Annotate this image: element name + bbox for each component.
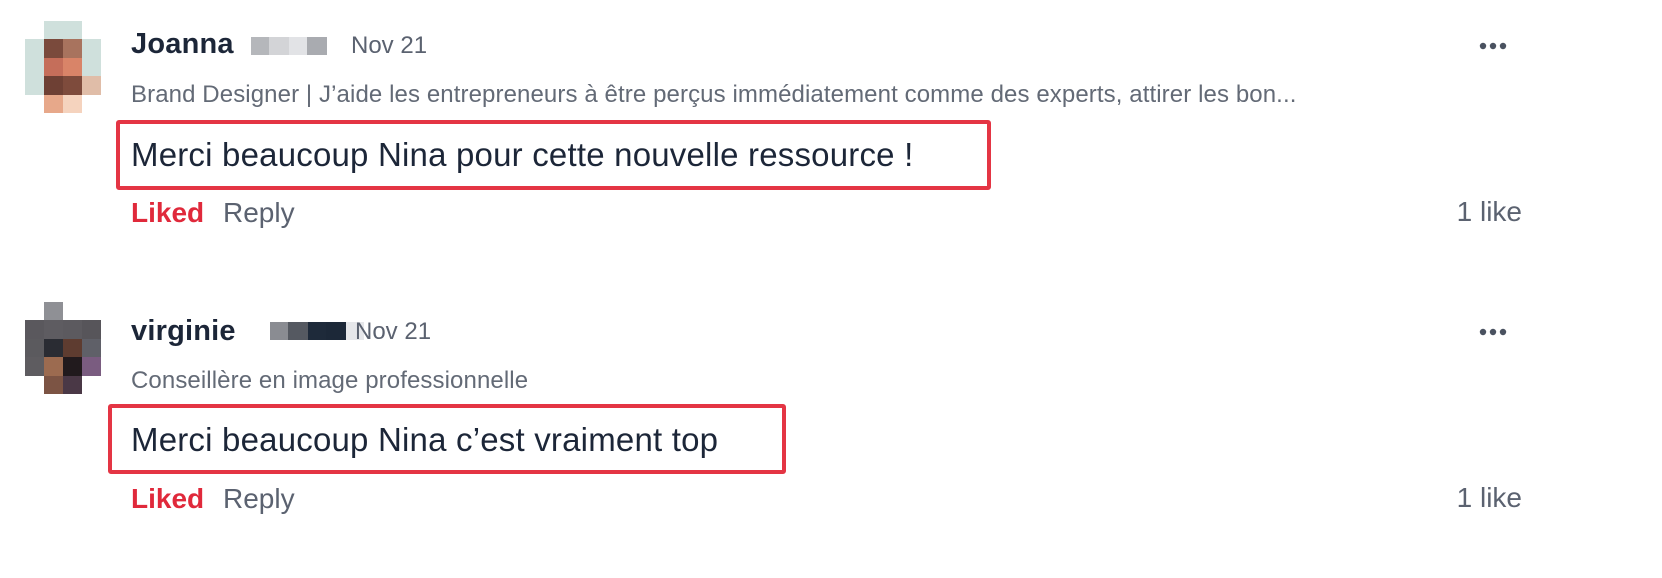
likes-count[interactable]: 1 like [1457, 196, 1522, 228]
author-badge [251, 37, 327, 55]
comment-body: Merci beaucoup Nina pour cette nouvelle … [131, 136, 914, 173]
comment-date[interactable]: Nov 21 [351, 32, 427, 60]
author-name[interactable]: virginie [131, 315, 236, 348]
author-headline: Brand Designer | J’aide les entrepreneur… [131, 81, 1297, 108]
comment-item: Joanna Nov 21 Brand Designer | J’aide le… [0, 0, 1662, 290]
author-name[interactable]: Joanna [131, 28, 234, 61]
liked-button[interactable]: Liked [131, 483, 204, 515]
comment-body: Merci beaucoup Nina c’est vraiment top [131, 421, 719, 458]
avatar[interactable] [25, 21, 101, 113]
likes-count[interactable]: 1 like [1457, 482, 1522, 514]
avatar[interactable] [25, 302, 101, 394]
author-headline: Conseillère en image professionnelle [131, 367, 529, 394]
reply-button[interactable]: Reply [223, 197, 295, 229]
reply-button[interactable]: Reply [223, 483, 295, 515]
comment-date[interactable]: Nov 21 [355, 318, 431, 346]
more-horizontal-icon[interactable] [1478, 322, 1508, 342]
comment-item: virginie Nov 21 Conseillère en image pro… [0, 286, 1662, 576]
liked-button[interactable]: Liked [131, 197, 204, 229]
author-badge [270, 322, 364, 340]
more-horizontal-icon[interactable] [1478, 36, 1508, 56]
